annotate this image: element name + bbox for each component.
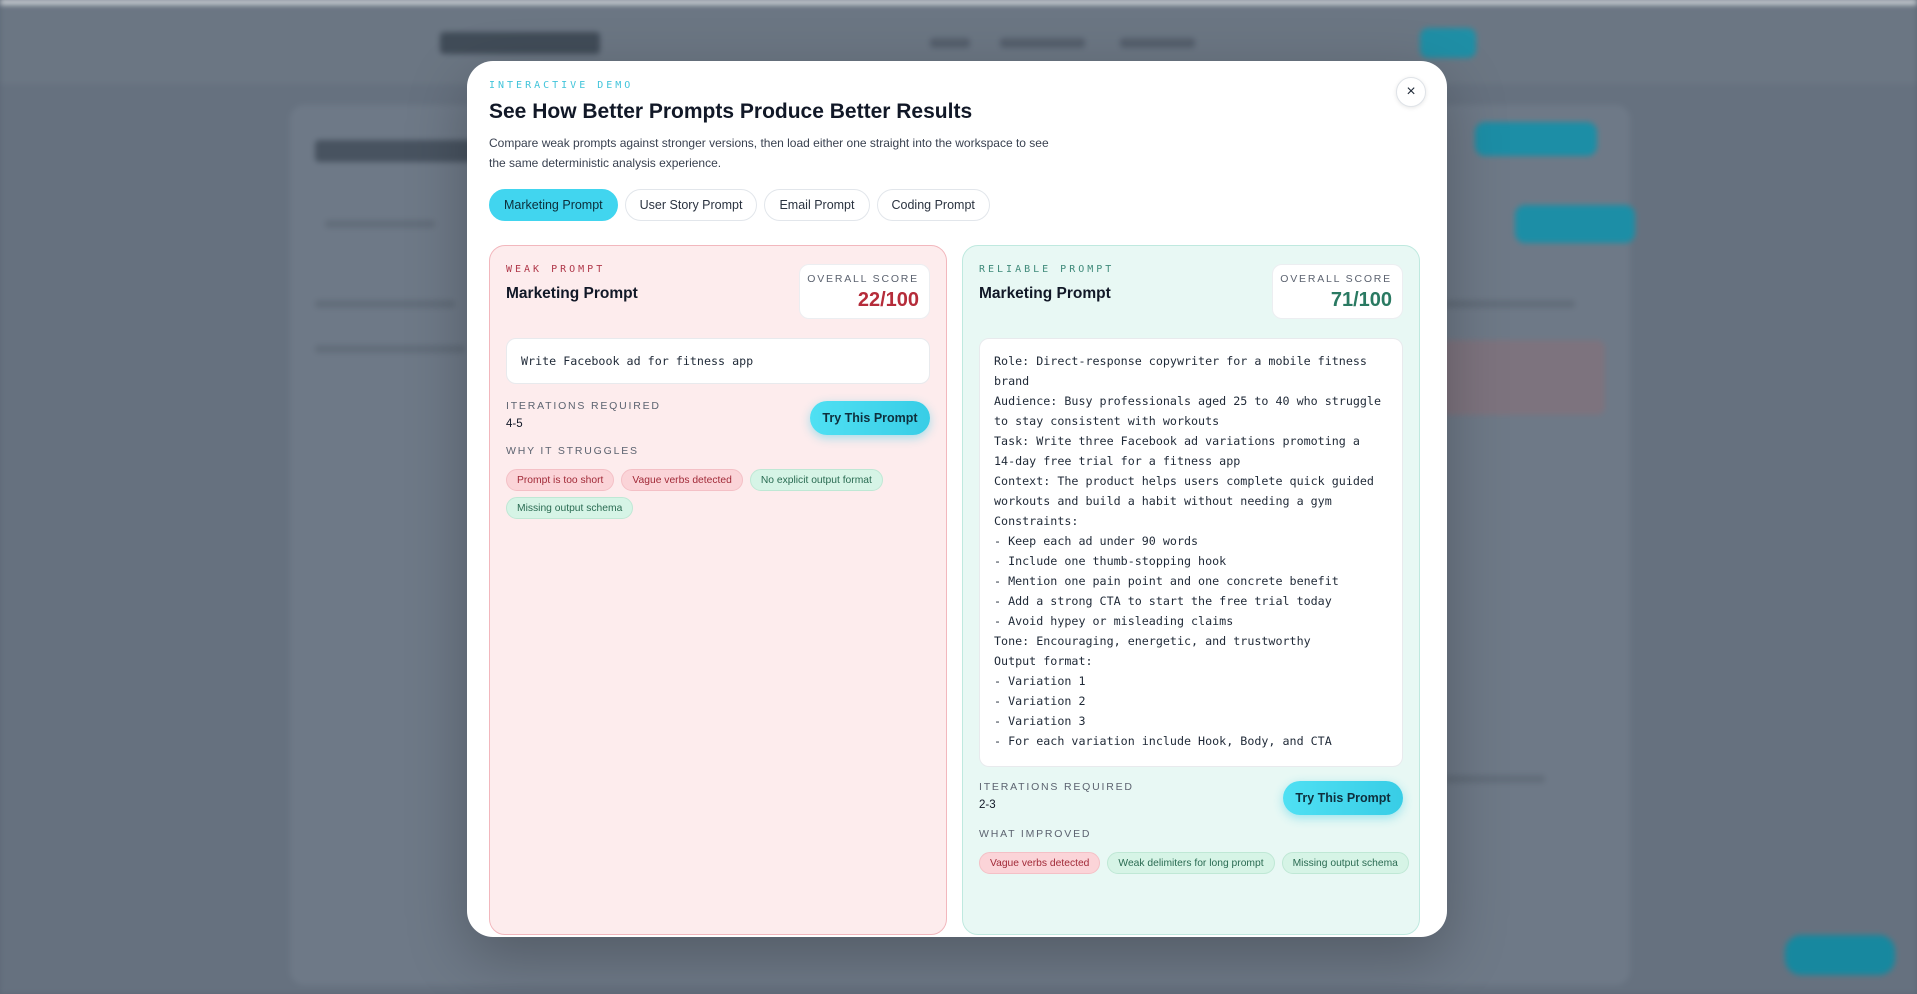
reliable-improvement-chips: Vague verbs detected Weak delimiters for…: [979, 852, 1409, 874]
background-card: [1440, 340, 1605, 415]
prompt-tabs: Marketing Prompt User Story Prompt Email…: [489, 189, 990, 221]
improvement-chip: Missing output schema: [1281, 852, 1409, 874]
tab-user-story-prompt[interactable]: User Story Prompt: [624, 189, 758, 221]
reliable-prompt-panel: RELIABLE PROMPT Marketing Prompt OVERALL…: [962, 245, 1420, 935]
weak-issue-chips: Prompt is too short Vague verbs detected…: [506, 469, 936, 519]
weak-score-value: 22/100: [857, 289, 919, 311]
weak-score-label: OVERALL SCORE: [807, 273, 919, 285]
reliable-iterations-value: 2-3: [979, 799, 996, 811]
reliable-try-prompt-button[interactable]: Try This Prompt: [1283, 781, 1403, 815]
weak-panel-eyebrow: WEAK PROMPT: [506, 264, 606, 275]
weak-section-label: WHY IT STRUGGLES: [506, 445, 639, 457]
close-icon: ×: [1406, 83, 1416, 100]
demo-modal: INTERACTIVE DEMO See How Better Prompts …: [467, 61, 1447, 937]
background-text-line: [315, 345, 465, 353]
modal-subtitle: Compare weak prompts against stronger ve…: [489, 136, 1049, 170]
background-text-line: [1445, 300, 1575, 308]
reliable-iterations-label: ITERATIONS REQUIRED: [979, 781, 1134, 793]
tab-coding-prompt[interactable]: Coding Prompt: [876, 189, 990, 221]
tab-marketing-prompt[interactable]: Marketing Prompt: [489, 189, 618, 221]
close-button[interactable]: ×: [1396, 77, 1426, 107]
weak-try-prompt-button[interactable]: Try This Prompt: [810, 401, 930, 435]
background-action-button: [1515, 205, 1635, 243]
background-text-line: [1445, 775, 1545, 783]
background-text-line: [315, 300, 455, 308]
issue-chip: Prompt is too short: [506, 469, 615, 491]
reliable-score-value: 71/100: [1330, 289, 1392, 311]
weak-prompt-text: Write Facebook ad for fitness app: [506, 338, 930, 384]
weak-panel-title: Marketing Prompt: [506, 285, 638, 302]
weak-iterations-label: ITERATIONS REQUIRED: [506, 400, 661, 412]
issue-chip: No explicit output format: [749, 469, 883, 491]
background-nav-link: [1000, 38, 1085, 48]
background-nav-link: [1120, 38, 1195, 48]
modal-title: See How Better Prompts Produce Better Re…: [489, 100, 973, 123]
background-nav-button: [1420, 28, 1476, 58]
reliable-prompt-text: Role: Direct-response copywriter for a m…: [979, 338, 1403, 767]
modal-eyebrow: INTERACTIVE DEMO: [489, 80, 634, 91]
issue-chip: Missing output schema: [506, 497, 634, 519]
weak-iterations-value: 4-5: [506, 418, 523, 430]
issue-chip: Vague verbs detected: [621, 469, 743, 491]
background-nav-link: [930, 38, 970, 48]
reliable-panel-eyebrow: RELIABLE PROMPT: [979, 264, 1115, 275]
background-title: [315, 140, 485, 162]
weak-score-card: OVERALL SCORE 22/100: [799, 264, 930, 319]
background-floating-button: [1785, 935, 1895, 975]
improvement-chip: Weak delimiters for long prompt: [1107, 852, 1275, 874]
tab-email-prompt[interactable]: Email Prompt: [764, 189, 870, 221]
reliable-panel-title: Marketing Prompt: [979, 285, 1111, 302]
reliable-score-card: OVERALL SCORE 71/100: [1272, 264, 1403, 319]
improvement-chip: Vague verbs detected: [979, 852, 1101, 874]
background-cta-button: [1475, 122, 1597, 156]
background-logo: [440, 32, 600, 54]
reliable-score-label: OVERALL SCORE: [1280, 273, 1392, 285]
background-text-line: [325, 220, 435, 228]
reliable-section-label: WHAT IMPROVED: [979, 828, 1092, 840]
weak-prompt-panel: WEAK PROMPT Marketing Prompt OVERALL SCO…: [489, 245, 947, 935]
